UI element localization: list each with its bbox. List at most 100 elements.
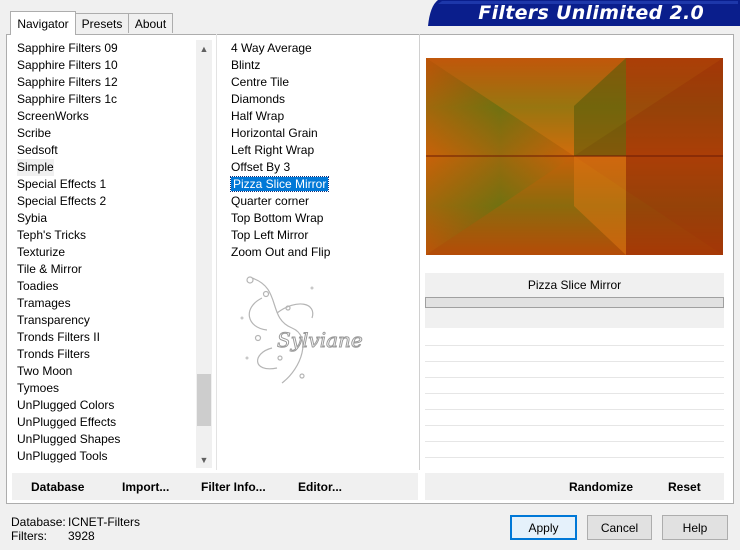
filter-item-label: Top Left Mirror [231,228,309,242]
tab-label: About [134,16,167,31]
navigator-toolbar: Database Import... Filter Info... Editor… [12,473,418,500]
category-item[interactable]: Tramages [17,295,193,312]
category-item[interactable]: Special Effects 2 [17,193,193,210]
category-item[interactable]: Transparency [17,312,193,329]
filter-item-label: Top Bottom Wrap [231,211,324,225]
category-item[interactable]: Texturize [17,244,193,261]
category-item[interactable]: Vanderlee [17,465,193,468]
category-item[interactable]: Sedsoft [17,142,193,159]
filters-count-label: Filters: [11,529,47,543]
filter-item[interactable]: Quarter corner [229,193,415,210]
category-item[interactable]: Sapphire Filters 10 [17,57,193,74]
scroll-down-icon[interactable]: ▼ [196,451,212,468]
category-item[interactable]: Scribe [17,125,193,142]
filter-item-label: Half Wrap [231,109,285,123]
parameter-slot [425,346,724,362]
filter-item-label: Centre Tile [231,75,290,89]
parameter-area [425,308,724,328]
cancel-button[interactable]: Cancel [587,515,652,540]
filter-item-label: Diamonds [231,92,286,106]
category-item[interactable]: Sapphire Filters 09 [17,40,193,57]
category-item[interactable]: ScreenWorks [17,108,193,125]
category-item[interactable]: Two Moon [17,363,193,380]
category-item[interactable]: Tronds Filters II [17,329,193,346]
category-item[interactable]: Tymoes [17,380,193,397]
tab-label: Navigator [17,16,69,31]
category-item[interactable]: Toadies [17,278,193,295]
apply-button[interactable]: Apply [510,515,577,540]
filter-item[interactable]: 4 Way Average [229,40,415,57]
category-item[interactable]: UnPlugged Shapes [17,431,193,448]
filter-item[interactable]: Top Bottom Wrap [229,210,415,227]
database-label: Database: [11,515,66,529]
category-item[interactable]: Simple [17,159,54,176]
parameter-slot [425,394,724,410]
database-button[interactable]: Database [31,480,84,494]
cancel-label: Cancel [600,520,639,535]
filter-item[interactable]: Offset By 3 [229,159,415,176]
parameter-slot [425,410,724,426]
tab-navigator[interactable]: Navigator [10,11,76,35]
filter-name-text: Pizza Slice Mirror [527,278,622,292]
parameter-slot [425,426,724,442]
filter-item-label: Horizontal Grain [231,126,318,140]
filter-item[interactable]: Diamonds [229,91,415,108]
filter-item[interactable]: Pizza Slice Mirror [229,176,415,193]
filter-info-button[interactable]: Filter Info... [201,480,266,494]
filter-item-label: 4 Way Average [231,41,312,55]
tab-label: Presets [81,16,123,31]
filter-item-label: Zoom Out and Flip [231,245,331,259]
category-item[interactable]: UnPlugged Effects [17,414,193,431]
randomize-button[interactable]: Randomize [569,480,633,494]
help-label: Help [682,520,708,535]
parameter-slider[interactable] [425,297,724,308]
parameter-slot [425,330,724,346]
filter-item[interactable]: Left Right Wrap [229,142,415,159]
preview-image [426,58,723,255]
scrollbar-thumb[interactable] [197,374,211,426]
filters-count-value: 3928 [68,529,95,543]
category-item[interactable]: UnPlugged Colors [17,397,193,414]
category-item[interactable]: Sapphire Filters 12 [17,74,193,91]
watermark-logo: Sylviane [222,258,372,408]
divider [419,34,420,470]
filter-item-label: Blintz [231,58,261,72]
parameter-slot [425,378,724,394]
scroll-up-icon[interactable]: ▲ [196,40,212,57]
category-item[interactable]: UnPlugged Tools [17,448,193,465]
app-title: Filters Unlimited 2.0 [478,2,704,24]
category-item[interactable]: Sapphire Filters 1c [17,91,193,108]
filter-item-label: Offset By 3 [231,160,291,174]
import-button[interactable]: Import... [122,480,169,494]
preview-toolbar: Randomize Reset [425,473,724,500]
category-item[interactable]: Tile & Mirror [17,261,193,278]
tab-presets[interactable]: Presets [75,13,129,33]
reset-button[interactable]: Reset [668,480,701,494]
category-item[interactable]: Teph's Tricks [17,227,193,244]
category-scrollbar[interactable]: ▲ ▼ [196,40,212,468]
filter-item-label: Pizza Slice Mirror [229,176,330,192]
category-item[interactable]: Sybia [17,210,193,227]
category-list[interactable]: Sapphire Filters 09 Sapphire Filters 10 Sa… [17,40,193,468]
filter-item[interactable]: Horizontal Grain [229,125,415,142]
parameter-slot [425,442,724,458]
watermark-text: Sylviane [277,328,364,353]
filter-item[interactable]: Top Left Mirror [229,227,415,244]
parameter-slot [425,362,724,378]
category-item[interactable]: Tronds Filters [17,346,193,363]
editor-button[interactable]: Editor... [298,480,342,494]
filter-name-display: Pizza Slice Mirror [425,273,724,297]
title-banner: Filters Unlimited 2.0 [428,0,740,26]
database-value: ICNET-Filters [68,515,140,529]
filter-item[interactable]: Centre Tile [229,74,415,91]
filter-list[interactable]: 4 Way Average Blintz Centre Tile Diamonds Ha… [229,40,415,261]
filter-item[interactable]: Blintz [229,57,415,74]
filter-item-label: Left Right Wrap [231,143,315,157]
filter-item-label: Quarter corner [231,194,310,208]
tab-about[interactable]: About [128,13,173,33]
filter-item[interactable]: Half Wrap [229,108,415,125]
divider [216,34,217,470]
apply-label: Apply [528,520,559,535]
category-item[interactable]: Special Effects 1 [17,176,193,193]
help-button[interactable]: Help [662,515,728,540]
